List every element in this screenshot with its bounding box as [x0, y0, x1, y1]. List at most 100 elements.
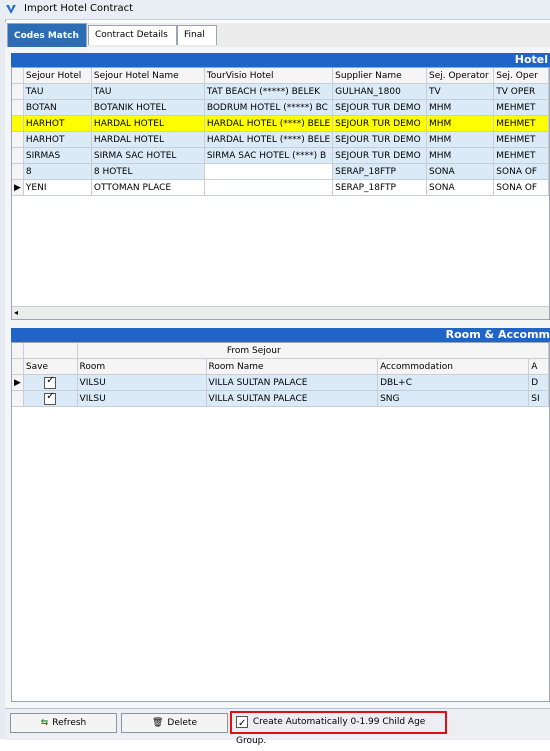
refresh-label: Refresh — [52, 718, 87, 728]
table-cell[interactable]: HARDAL HOTEL — [91, 115, 205, 132]
table-cell[interactable]: BOTAN — [23, 99, 92, 116]
room-table: From Sejour Save Room Room Name Accommod… — [12, 343, 549, 407]
table-row-highlighted[interactable]: HARHOT HARDAL HOTEL HARDAL HOTEL (****) … — [12, 115, 549, 132]
table-row[interactable]: VILSU VILLA SULTAN PALACE SNG SI — [12, 390, 549, 407]
delete-label: Delete — [167, 718, 197, 728]
table-cell[interactable]: SIRMAS — [23, 147, 92, 164]
tab-contract-details[interactable]: Contract Details — [88, 25, 177, 45]
scroll-left-icon[interactable]: ◂ — [14, 308, 18, 317]
col-sej-operator[interactable]: Sej. Operator — [426, 68, 495, 84]
table-row[interactable]: 8 8 HOTEL SERAP_18FTP SONA SONA OF — [12, 163, 549, 180]
table-cell[interactable]: GULHAN_1800 — [332, 83, 427, 100]
col-save[interactable]: Save — [23, 358, 78, 375]
table-cell[interactable]: DBL+C — [377, 374, 530, 391]
footer-toolbar: ⇆Refresh 🗑Delete Create Automatically 0-… — [5, 708, 550, 746]
col-tourvisio-hotel[interactable]: TourVisio Hotel — [204, 68, 334, 84]
col-sejour-hotel-name[interactable]: Sejour Hotel Name — [91, 68, 205, 84]
row-indicator: ▶ — [12, 179, 24, 196]
table-cell[interactable]: VILSU — [77, 390, 207, 407]
table-cell[interactable]: MHM — [426, 131, 495, 148]
group-header-blank — [23, 343, 78, 359]
table-cell[interactable]: TV — [426, 83, 495, 100]
table-cell[interactable]: SI — [528, 390, 549, 407]
checkmark-icon — [44, 375, 57, 389]
table-cell[interactable]: SONA OF — [493, 163, 549, 180]
table-cell[interactable]: HARDAL HOTEL (****) BELE — [204, 115, 334, 132]
table-cell[interactable]: SIRMA SAC HOTEL (****) B — [204, 147, 334, 164]
table-cell[interactable]: SIRMA SAC HOTEL — [91, 147, 205, 164]
row-indicator — [12, 115, 24, 132]
room-grid[interactable]: From Sejour Save Room Room Name Accommod… — [11, 342, 550, 702]
table-cell[interactable] — [204, 163, 334, 180]
table-cell[interactable]: VILLA SULTAN PALACE — [206, 390, 379, 407]
table-cell[interactable]: MEHMET — [493, 115, 549, 132]
table-cell[interactable]: SEJOUR TUR DEMO — [332, 115, 427, 132]
table-cell[interactable]: TAU — [91, 83, 205, 100]
col-room[interactable]: Room — [77, 358, 207, 375]
tab-codes-match[interactable]: Codes Match — [7, 23, 87, 47]
table-row-current[interactable]: ▶ YENI OTTOMAN PLACE SERAP_18FTP SONA SO… — [12, 179, 549, 196]
table-cell[interactable]: 8 HOTEL — [91, 163, 205, 180]
table-cell[interactable]: BODRUM HOTEL (*****) BC — [204, 99, 334, 116]
hotel-grid-horizontal-scrollbar[interactable]: ◂ — [12, 306, 549, 319]
table-row[interactable]: BOTAN BOTANIK HOTEL BODRUM HOTEL (*****)… — [12, 99, 549, 116]
child-age-group-checkbox[interactable]: Create Automatically 0-1.99 Child Age Gr… — [230, 711, 447, 746]
hotel-section-title: Hotel — [514, 53, 548, 66]
trash-icon: 🗑 — [151, 718, 164, 728]
table-cell[interactable]: TAT BEACH (*****) BELEK — [204, 83, 334, 100]
table-cell[interactable]: HARHOT — [23, 115, 92, 132]
col-supplier-name[interactable]: Supplier Name — [332, 68, 427, 84]
table-cell[interactable]: TV OPER — [493, 83, 549, 100]
col-room-name[interactable]: Room Name — [206, 358, 379, 375]
table-cell[interactable]: SONA — [426, 163, 495, 180]
save-checkbox[interactable] — [23, 374, 78, 391]
table-cell[interactable]: OTTOMAN PLACE — [91, 179, 205, 196]
hotel-section-header: Hotel — [11, 53, 550, 67]
table-cell[interactable]: BOTANIK HOTEL — [91, 99, 205, 116]
table-cell[interactable]: D — [528, 374, 549, 391]
table-cell[interactable]: MHM — [426, 99, 495, 116]
tab-strip: Codes Match Contract Details Final — [5, 23, 550, 48]
table-cell[interactable] — [204, 179, 334, 196]
title-bar: Import Hotel Contract — [0, 0, 550, 20]
col-sejour-hotel[interactable]: Sejour Hotel — [23, 68, 92, 84]
table-cell[interactable]: SONA — [426, 179, 495, 196]
table-cell[interactable]: SEJOUR TUR DEMO — [332, 147, 427, 164]
table-cell[interactable]: SERAP_18FTP — [332, 163, 427, 180]
table-row[interactable]: ▶ VILSU VILLA SULTAN PALACE DBL+C D — [12, 374, 549, 391]
delete-button[interactable]: 🗑 Delete — [121, 713, 228, 733]
table-cell[interactable]: SEJOUR TUR DEMO — [332, 131, 427, 148]
table-cell[interactable]: HARDAL HOTEL — [91, 131, 205, 148]
table-cell[interactable]: TAU — [23, 83, 92, 100]
col-accommodation[interactable]: Accommodation — [377, 358, 530, 375]
app-icon — [6, 5, 16, 14]
table-cell[interactable]: VILSU — [77, 374, 207, 391]
table-cell[interactable]: SONA OF — [493, 179, 549, 196]
table-cell[interactable]: MEHMET — [493, 99, 549, 116]
checkmark-icon — [44, 391, 57, 405]
window-title: Import Hotel Contract — [24, 3, 134, 14]
room-section-title: Room & Accomm — [445, 328, 550, 341]
table-cell[interactable]: HARHOT — [23, 131, 92, 148]
table-cell[interactable]: MEHMET — [493, 147, 549, 164]
tab-final[interactable]: Final — [177, 25, 217, 45]
table-row[interactable]: TAU TAU TAT BEACH (*****) BELEK GULHAN_1… — [12, 83, 549, 100]
table-cell[interactable]: VILLA SULTAN PALACE — [206, 374, 379, 391]
header-indicator — [12, 358, 24, 375]
hotel-grid[interactable]: Sejour Hotel Sejour Hotel Name TourVisio… — [11, 67, 550, 320]
table-row[interactable]: SIRMAS SIRMA SAC HOTEL SIRMA SAC HOTEL (… — [12, 147, 549, 164]
table-cell[interactable]: 8 — [23, 163, 92, 180]
table-cell[interactable]: SNG — [377, 390, 530, 407]
table-row[interactable]: HARHOT HARDAL HOTEL HARDAL HOTEL (****) … — [12, 131, 549, 148]
table-cell[interactable]: SERAP_18FTP — [332, 179, 427, 196]
table-cell[interactable]: YENI — [23, 179, 92, 196]
table-cell[interactable]: SEJOUR TUR DEMO — [332, 99, 427, 116]
table-cell[interactable]: MHM — [426, 147, 495, 164]
col-a[interactable]: A — [528, 358, 549, 375]
save-checkbox[interactable] — [23, 390, 78, 407]
col-sej-oper[interactable]: Sej. Oper — [493, 68, 549, 84]
refresh-button[interactable]: ⇆ Refresh — [10, 713, 117, 733]
table-cell[interactable]: MEHMET — [493, 131, 549, 148]
table-cell[interactable]: HARDAL HOTEL (****) BELE — [204, 131, 334, 148]
table-cell[interactable]: MHM — [426, 115, 495, 132]
